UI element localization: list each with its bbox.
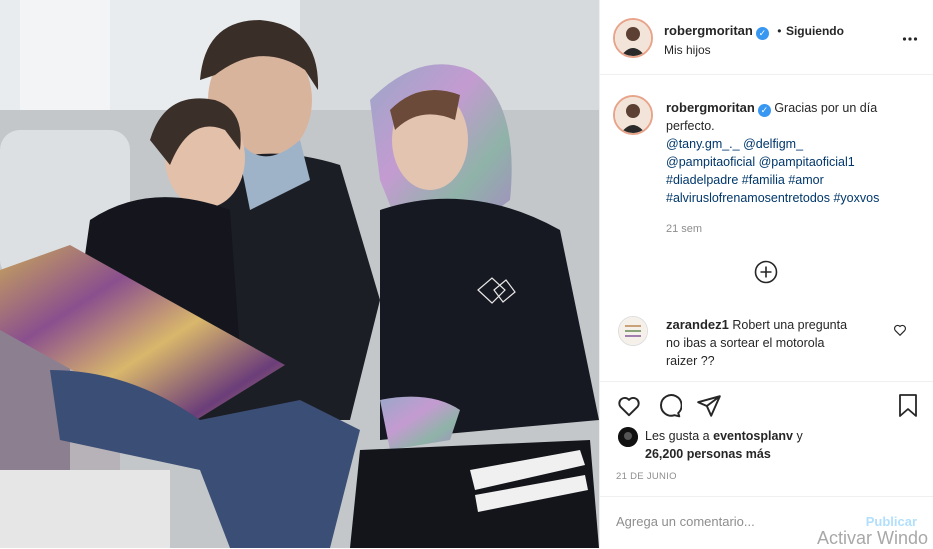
- caption-text-1: Gracias por un día: [774, 101, 878, 115]
- actions-separator: [600, 381, 933, 382]
- comment-text-3: raizer ??: [666, 354, 715, 368]
- follow-status[interactable]: Siguiendo: [786, 24, 844, 38]
- comment-input[interactable]: Agrega un comentario...: [616, 514, 755, 529]
- post-location[interactable]: Mis hijos: [664, 43, 711, 57]
- more-options-icon[interactable]: [902, 28, 918, 44]
- caption-username[interactable]: robergmoritan: [666, 100, 755, 115]
- liker-username[interactable]: eventosplanv: [713, 429, 793, 443]
- likes-suffix: y: [796, 429, 803, 443]
- hashtag-link[interactable]: #yoxvos: [833, 191, 879, 205]
- windows-activation-watermark: Activar Windo: [817, 528, 929, 548]
- caption-text-2: perfecto.: [666, 119, 715, 133]
- comment-username[interactable]: zarandez1: [666, 317, 729, 332]
- mention-link[interactable]: @pampitaoficial1: [759, 155, 855, 169]
- comment-text-2: no ibas a sortear el motorola: [666, 336, 825, 350]
- comment-text-1: Robert una pregunta: [732, 318, 848, 332]
- avatar-image: [615, 20, 651, 56]
- verified-icon: ✓: [757, 104, 771, 117]
- mention-link[interactable]: @pampitaoficial: [666, 155, 755, 169]
- heart-icon[interactable]: [616, 393, 642, 419]
- liker-avatar[interactable]: [618, 427, 638, 447]
- post-photo-image: [0, 0, 599, 548]
- hashtag-link[interactable]: #amor: [788, 173, 823, 187]
- hashtag-link[interactable]: #familia: [742, 173, 785, 187]
- post-photo[interactable]: [0, 0, 599, 548]
- mention-link[interactable]: @delfigm_: [743, 137, 803, 151]
- post-date[interactable]: 21 DE JUNIO: [616, 471, 677, 482]
- likes-prefix: Les gusta a: [645, 429, 710, 443]
- likes-count[interactable]: 26,200 personas más: [645, 445, 925, 463]
- caption: robergmoritan ✓ Gracias por un día perfec…: [666, 99, 926, 207]
- author-avatar[interactable]: [613, 18, 653, 58]
- bookmark-icon[interactable]: [896, 393, 920, 419]
- header-username[interactable]: robergmoritan: [664, 23, 753, 38]
- mention-link[interactable]: @tany.gm_._: [666, 137, 740, 151]
- likes: Les gusta a eventosplanv y 26,200 person…: [645, 427, 925, 463]
- post-panel: robergmoritan ✓ • Siguiendo Mis hijos rob…: [599, 0, 933, 548]
- commenter-avatar[interactable]: [618, 316, 648, 346]
- add-comments-icon[interactable]: [754, 260, 778, 284]
- comment-box-separator: [600, 496, 933, 497]
- small-heart-icon[interactable]: [893, 323, 907, 337]
- hashtag-link[interactable]: #alviruslofrenamosentretodos: [666, 191, 830, 205]
- publish-button[interactable]: Publicar: [866, 514, 917, 529]
- verified-icon: ✓: [755, 27, 769, 40]
- hashtag-link[interactable]: #diadelpadre: [666, 173, 738, 187]
- comment-icon[interactable]: [656, 393, 683, 419]
- caption-avatar-image: [615, 97, 651, 133]
- header-title-row: robergmoritan ✓ • Siguiendo: [664, 22, 844, 40]
- comment: zarandez1 Robert una pregunta no ibas a …: [666, 316, 891, 370]
- post-header: robergmoritan ✓ • Siguiendo Mis hijos: [600, 0, 933, 75]
- header-separator: •: [777, 24, 782, 38]
- share-icon[interactable]: [696, 393, 722, 419]
- caption-avatar[interactable]: [613, 95, 653, 135]
- caption-age[interactable]: 21 sem: [666, 223, 702, 235]
